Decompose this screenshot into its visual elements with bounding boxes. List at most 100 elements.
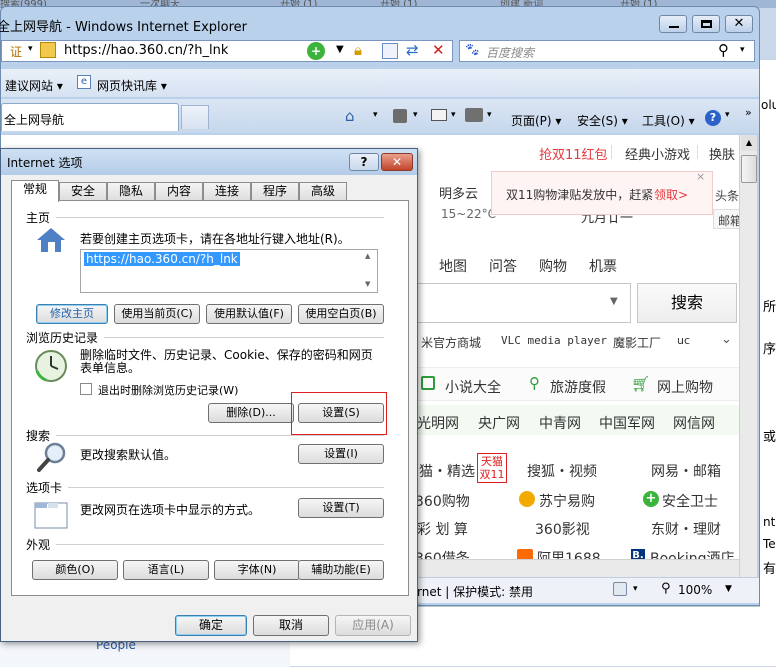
tab-connections[interactable]: 连接 <box>203 182 251 200</box>
maximize-button[interactable] <box>692 15 720 33</box>
delete-history-button[interactable]: 删除(D)... <box>208 403 294 423</box>
grid-link[interactable]: 网易・邮箱 <box>651 461 721 481</box>
news-link[interactable]: 网信网 <box>673 413 715 433</box>
search-icon[interactable]: ⚲ <box>718 41 729 59</box>
home-dropdown-icon[interactable]: ▾ <box>373 110 378 120</box>
tab-programs[interactable]: 程序 <box>251 182 299 200</box>
go-plus-icon[interactable]: + <box>307 42 325 60</box>
tab-privacy[interactable]: 隐私 <box>107 182 155 200</box>
mini-games-link[interactable]: 经典小游戏 <box>625 144 690 163</box>
scroll-up-button[interactable]: ▲ <box>741 135 757 151</box>
cat-shopping[interactable]: 网上购物 <box>657 377 713 397</box>
cat-novel[interactable]: 小说大全 <box>445 377 501 397</box>
page-menu[interactable]: 页面(P) ▾ <box>511 112 561 129</box>
home-page-textarea[interactable]: https://hao.360.cn/?h_lnk ▲ ▼ <box>80 249 378 293</box>
textarea-scroll-up-icon[interactable]: ▲ <box>365 252 370 260</box>
popup-link[interactable]: 领取> <box>654 186 688 203</box>
mail-dropdown-icon[interactable]: ▾ <box>451 110 456 120</box>
cancel-button[interactable]: 取消 <box>253 615 329 636</box>
delete-on-exit-checkbox[interactable] <box>80 383 92 395</box>
use-current-button[interactable]: 使用当前页(C) <box>114 304 200 324</box>
news-link[interactable]: 中国军网 <box>599 413 655 433</box>
mail-icon[interactable] <box>431 109 447 121</box>
skin-link[interactable]: 换肤 <box>709 144 735 163</box>
home-icon[interactable]: ⌂ <box>345 107 355 125</box>
cert-dropdown-icon[interactable]: ▾ <box>28 44 33 54</box>
zoom-level[interactable]: 100% <box>678 583 712 597</box>
help-dropdown-icon[interactable]: ▾ <box>725 110 730 120</box>
chevron-more-icon[interactable]: » <box>745 106 752 119</box>
delete-on-exit-label[interactable]: 退出时删除浏览历史记录(W) <box>98 382 238 398</box>
grid-link[interactable]: 360影视 <box>535 519 590 539</box>
print-dropdown-icon[interactable]: ▾ <box>487 110 492 120</box>
textarea-scroll-down-icon[interactable]: ▼ <box>365 280 370 288</box>
languages-button[interactable]: 语言(L) <box>123 560 209 580</box>
site-search-input[interactable]: ▼ <box>417 283 631 323</box>
tmall-badge[interactable]: 天猫 双11 <box>477 453 507 483</box>
use-default-button[interactable]: 使用默认值(F) <box>206 304 292 324</box>
tab-security[interactable]: 安全 <box>59 182 107 200</box>
lock-icon[interactable]: 🔒︎ <box>354 41 362 59</box>
certificate-badge[interactable]: 证 <box>10 43 22 60</box>
zone-dropdown-icon[interactable]: ▾ <box>633 584 638 594</box>
refresh-icon[interactable]: ⇄ <box>406 41 419 59</box>
tools-menu[interactable]: 工具(O) ▾ <box>642 112 695 129</box>
quick-link[interactable]: 米官方商城 <box>421 334 481 351</box>
scroll-thumb[interactable] <box>741 155 757 183</box>
grid-link[interactable]: 搜狐・视频 <box>527 461 597 481</box>
colors-button[interactable]: 颜色(O) <box>32 560 118 580</box>
grid-link[interactable]: 猫・精选 <box>419 461 475 481</box>
cat-travel[interactable]: 旅游度假 <box>550 377 606 397</box>
quick-link[interactable]: VLC media player <box>501 334 607 347</box>
grid-link[interactable]: 彩 划 算 <box>417 519 468 539</box>
grid-link[interactable]: 360购物 <box>415 491 470 511</box>
feeds-dropdown-icon[interactable]: ▾ <box>413 110 418 120</box>
grid-link[interactable]: 安全卫士 <box>662 491 718 511</box>
protected-mode-icon[interactable] <box>613 582 627 596</box>
accessibility-button[interactable]: 辅助功能(E) <box>298 560 384 580</box>
apply-button[interactable]: 应用(A) <box>335 615 411 636</box>
compat-view-icon[interactable] <box>382 43 398 59</box>
quick-link[interactable]: uc <box>677 334 690 347</box>
new-tab-button[interactable] <box>181 105 209 129</box>
nav-map[interactable]: 地图 <box>439 256 467 276</box>
grid-link[interactable]: 苏宁易购 <box>539 491 595 511</box>
site-search-button[interactable]: 搜索 <box>637 283 737 323</box>
popup-close-icon[interactable]: × <box>696 170 705 183</box>
dialog-help-button[interactable]: ? <box>349 153 379 171</box>
print-icon[interactable] <box>465 108 483 122</box>
address-input[interactable]: https://hao.360.cn/?h_lnk <box>64 43 228 58</box>
nav-flights[interactable]: 机票 <box>589 256 617 276</box>
tab-general[interactable]: 常规 <box>11 180 59 202</box>
news-link[interactable]: 中青网 <box>539 413 581 433</box>
news-link[interactable]: 央广网 <box>478 413 520 433</box>
mail-box[interactable]: 邮箱 <box>713 209 741 229</box>
nav-shopping[interactable]: 购物 <box>539 256 567 276</box>
side-headline[interactable]: 头条: 阿 <box>715 187 741 204</box>
page-scrollbar[interactable]: ▲ <box>739 135 757 577</box>
quick-more-icon[interactable]: ⌄ <box>721 332 732 347</box>
web-slice-gallery-link[interactable]: 网页快讯库 ▾ <box>97 77 167 94</box>
news-link[interactable]: 光明网 <box>417 413 459 433</box>
zoom-dropdown-icon[interactable]: ▼ <box>725 584 732 594</box>
close-window-button[interactable]: ✕ <box>725 15 753 33</box>
minimize-button[interactable] <box>659 15 687 33</box>
address-bar[interactable]: 证 ▾ https://hao.360.cn/?h_lnk + ▼ 🔒︎ ⇄ ✕ <box>1 40 453 62</box>
address-dropdown-icon[interactable]: ▼ <box>336 44 344 55</box>
tabs-settings-button[interactable]: 设置(T) <box>298 498 384 518</box>
horizontal-scrollbar[interactable] <box>417 559 739 577</box>
ok-button[interactable]: 确定 <box>175 615 247 636</box>
tab-advanced[interactable]: 高级 <box>299 182 347 200</box>
feeds-icon[interactable] <box>393 109 407 123</box>
stop-icon[interactable]: ✕ <box>432 41 445 59</box>
quick-link[interactable]: 魔影工厂 <box>613 334 661 351</box>
search-box[interactable]: 🐾︎ 百度搜索 ⚲ ▾ <box>459 40 755 62</box>
change-home-button[interactable]: 修改主页 <box>36 304 108 324</box>
safety-menu[interactable]: 安全(S) ▾ <box>577 112 628 129</box>
grid-link[interactable]: 东财・理财 <box>651 519 721 539</box>
promo-popup[interactable]: 双11购物津贴发放中，赶紧 领取> × <box>491 170 713 215</box>
search-settings-button[interactable]: 设置(I) <box>298 444 384 464</box>
dialog-close-button[interactable]: ✕ <box>381 153 413 171</box>
fonts-button[interactable]: 字体(N) <box>214 560 300 580</box>
weather-city[interactable]: 明多云 <box>439 183 478 202</box>
